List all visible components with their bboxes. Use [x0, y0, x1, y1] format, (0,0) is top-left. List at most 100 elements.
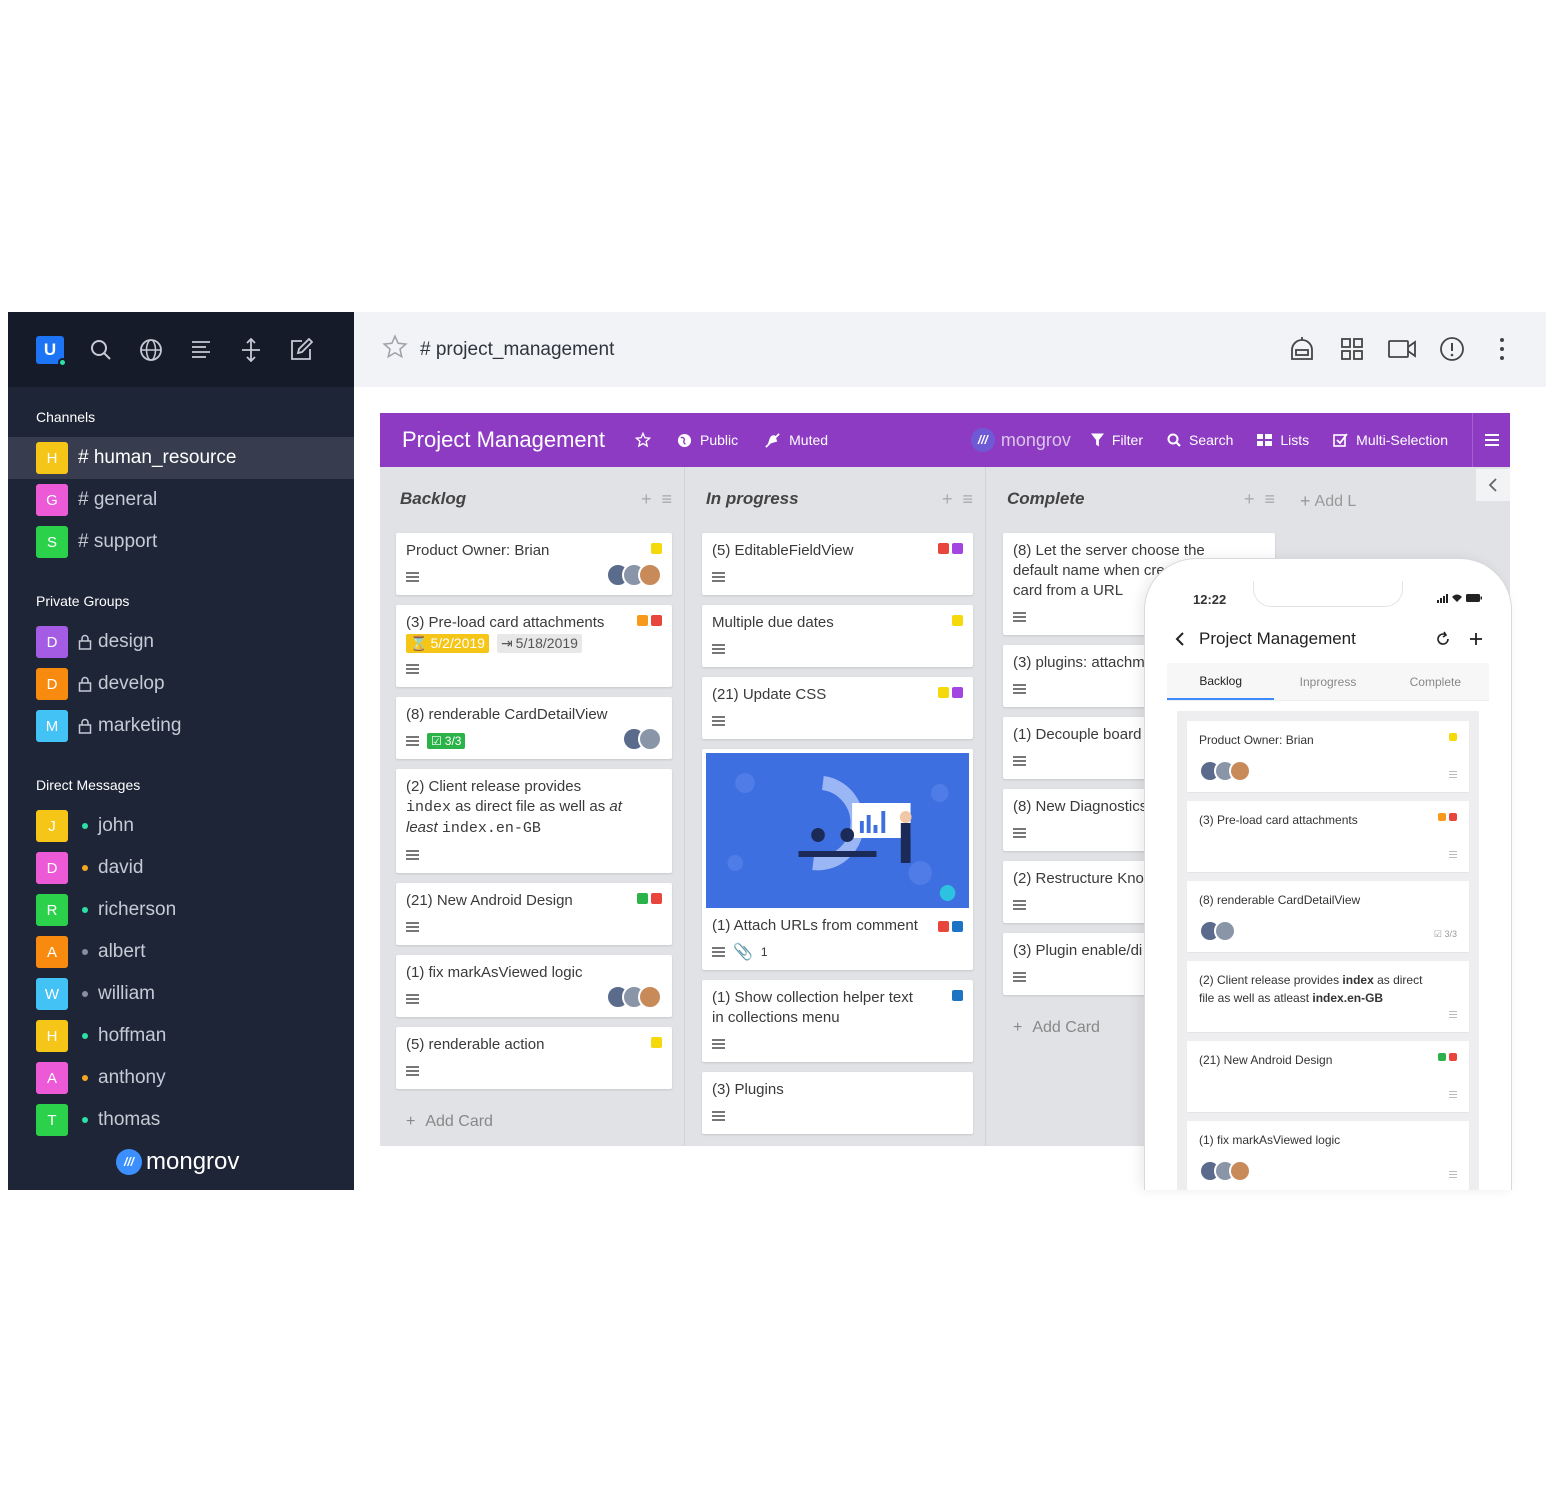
card[interactable]: (1) Show collection helper text in colle… — [702, 980, 973, 1062]
member-avatar[interactable] — [638, 563, 662, 587]
add-card-label: Add Card — [1032, 1019, 1100, 1036]
sidebar-item-william[interactable]: Wwilliam — [8, 973, 354, 1015]
add-list-button[interactable]: + Add L — [1300, 491, 1356, 512]
plus-icon[interactable] — [1469, 632, 1483, 646]
grid-apps-icon[interactable] — [1338, 335, 1366, 363]
mongrov-logo-icon: /// — [970, 428, 995, 452]
sidebar-item-hoffman[interactable]: Hhoffman — [8, 1015, 354, 1057]
sidebar-item-albert[interactable]: Aalbert — [8, 931, 354, 973]
label-chip — [952, 687, 963, 698]
plus-icon: + — [1300, 491, 1311, 511]
card[interactable]: (1) fix markAsViewed logic — [396, 955, 672, 1017]
public-button[interactable]: Public — [677, 432, 738, 448]
card-title: (5) renderable action — [406, 1036, 545, 1053]
member-avatar[interactable] — [638, 985, 662, 1009]
filter-button[interactable]: Filter — [1090, 432, 1143, 448]
board-menu-button[interactable] — [1472, 413, 1510, 467]
card[interactable]: (5) renderable action — [396, 1027, 672, 1089]
sidebar-item-david[interactable]: Ddavid — [8, 847, 354, 889]
add-card-plus-icon[interactable]: + — [942, 489, 953, 510]
card[interactable]: Multiple due dates — [702, 605, 973, 667]
star-board-button[interactable] — [635, 432, 651, 448]
mute-bell-icon — [765, 432, 780, 448]
video-call-icon[interactable] — [1388, 335, 1416, 363]
sidebar-item-john[interactable]: Jjohn — [8, 805, 354, 847]
kebab-menu-icon[interactable] — [1488, 335, 1516, 363]
lists-button[interactable]: Lists — [1257, 432, 1309, 448]
mobile-preview: 12:22 Project Management Backlog Inprogr… — [1144, 558, 1512, 1190]
phone-card[interactable]: (2) Client release provides index as dir… — [1187, 961, 1469, 1032]
sidebar-item-thomas[interactable]: Tthomas — [8, 1099, 354, 1141]
phone-card[interactable]: Product Owner: Brian — [1187, 721, 1469, 792]
sort-icon[interactable] — [238, 337, 264, 363]
multi-selection-button[interactable]: Multi-Selection — [1333, 432, 1448, 448]
label-chip — [651, 615, 662, 626]
card[interactable]: (21) New Android Design — [396, 883, 672, 945]
info-icon[interactable] — [1438, 335, 1466, 363]
start-date-badge[interactable]: ⇥ 5/18/2019 — [496, 633, 582, 653]
room-avatar: G — [36, 484, 68, 516]
add-card-plus-icon[interactable]: + — [1244, 489, 1255, 510]
card-cover-image[interactable] — [706, 753, 969, 908]
due-date-badge[interactable]: ⌛ 5/2/2019 — [406, 633, 489, 653]
sidebar-item-label: anthony — [98, 1067, 166, 1088]
label-chip — [1449, 813, 1457, 821]
user-avatar[interactable]: U — [36, 335, 67, 367]
label-chip — [1438, 813, 1446, 821]
checklist-badge[interactable]: ☑ 3/3 — [427, 733, 466, 749]
member-avatar[interactable] — [1229, 1160, 1251, 1182]
collapse-sidebar-button[interactable] — [1476, 469, 1510, 501]
phone-card[interactable]: (1) fix markAsViewed logic — [1187, 1121, 1469, 1190]
list-menu-icon[interactable]: ≡ — [661, 489, 672, 510]
sidebar-item-anthony[interactable]: Aanthony — [8, 1057, 354, 1099]
sidebar-item-develop[interactable]: Ddevelop — [8, 663, 354, 705]
add-card-plus-icon[interactable]: + — [641, 489, 652, 510]
member-avatar[interactable] — [1214, 920, 1236, 942]
card[interactable]: (8) renderable CardDetailView ☑ 3/3 — [396, 697, 672, 759]
tab-backlog[interactable]: Backlog — [1167, 663, 1275, 700]
member-avatar[interactable] — [638, 727, 662, 751]
create-new-icon[interactable] — [288, 337, 314, 363]
lock-icon — [78, 718, 92, 734]
phone-card[interactable]: (3) Pre-load card attachments — [1187, 801, 1469, 872]
search-icon — [1167, 433, 1181, 447]
sidebar-item-richerson[interactable]: Rricherson — [8, 889, 354, 931]
list-menu-icon[interactable]: ≡ — [1264, 489, 1275, 510]
sidebar-brand-logo: /// mongrov — [116, 1148, 239, 1176]
card[interactable]: (3) Pre-load card attachments ⌛ 5/2/2019 ⇥ 5… — [396, 605, 672, 687]
sidebar-item-label: # support — [78, 531, 158, 552]
bot-icon[interactable] — [1288, 335, 1316, 363]
muted-button[interactable]: Muted — [764, 432, 828, 449]
card-badges — [712, 639, 963, 659]
add-card-button[interactable]: + Add Card — [396, 1099, 672, 1145]
sidebar-item-design[interactable]: Ddesign — [8, 621, 354, 663]
phone-card[interactable]: (21) New Android Design — [1187, 1041, 1469, 1112]
list-backlog: Backlog + ≡ Product Owner: Brian (3) Pre-loa… — [380, 467, 685, 1146]
card[interactable]: (2) Client release provides index as dir… — [396, 769, 672, 873]
search-icon[interactable] — [88, 337, 114, 363]
card[interactable]: (3) Plugins — [702, 1072, 973, 1134]
member-avatar[interactable] — [1229, 760, 1251, 782]
refresh-icon[interactable] — [1435, 631, 1451, 647]
sidebar-item-marketing[interactable]: Mmarketing — [8, 705, 354, 747]
directory-globe-icon[interactable] — [138, 337, 164, 363]
card[interactable]: (1) Attach URLs from comment 📎 1 — [702, 749, 973, 970]
list-menu-icon[interactable]: ≡ — [962, 489, 973, 510]
sidebar-item-support[interactable]: S # support — [8, 521, 354, 563]
label-chip — [651, 543, 662, 554]
card[interactable]: Product Owner: Brian — [396, 533, 672, 595]
description-icon — [406, 1065, 419, 1077]
search-button[interactable]: Search — [1167, 432, 1233, 448]
card[interactable]: (5) EditableFieldView — [702, 533, 973, 595]
filter-icon — [1090, 433, 1104, 447]
sidebar-item-general[interactable]: G # general — [8, 479, 354, 521]
favorite-star-icon[interactable] — [382, 334, 408, 365]
back-chevron-icon[interactable] — [1175, 631, 1185, 647]
card[interactable]: (21) Update CSS — [702, 677, 973, 739]
sidebar-item-human_resource[interactable]: H # human_resource — [8, 437, 354, 479]
phone-card[interactable]: (8) renderable CardDetailView ☑ 3/3 — [1187, 881, 1469, 952]
card-badges — [712, 1034, 963, 1054]
tab-complete[interactable]: Complete — [1382, 663, 1489, 700]
view-mode-icon[interactable] — [188, 337, 214, 363]
tab-inprogress[interactable]: Inprogress — [1274, 663, 1381, 700]
